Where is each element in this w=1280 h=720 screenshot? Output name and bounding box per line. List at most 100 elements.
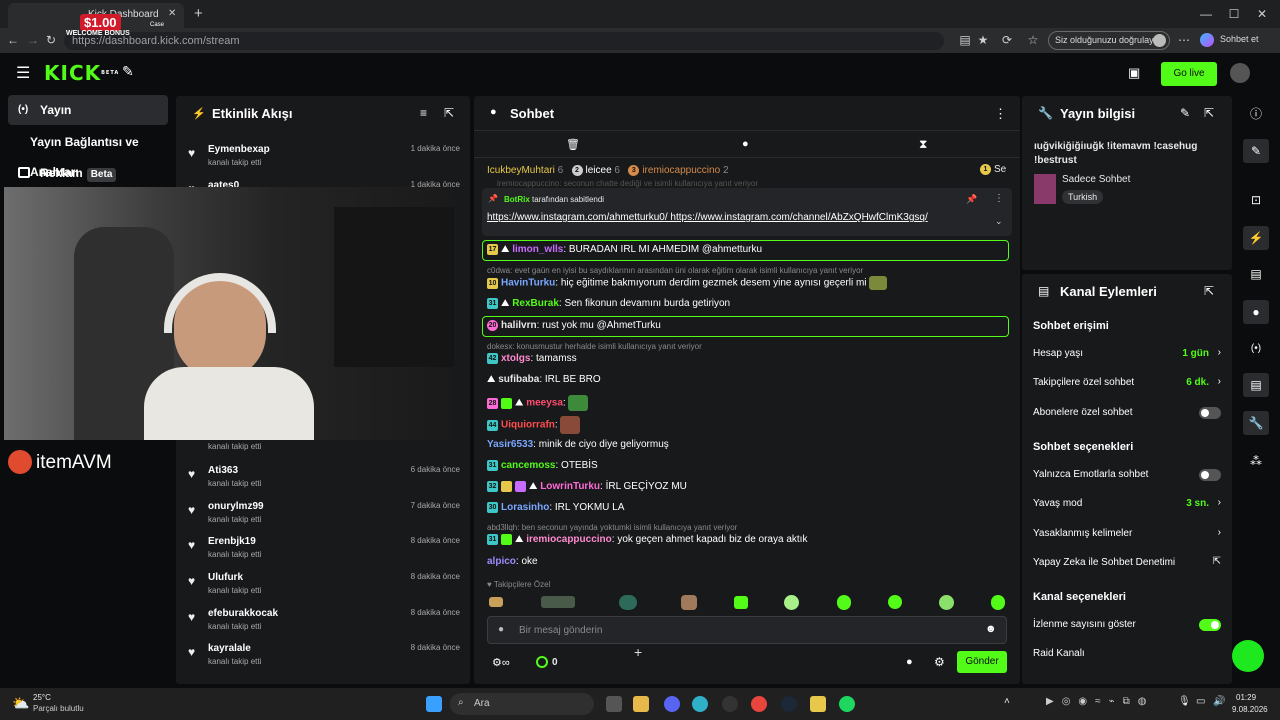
mic-icon[interactable]: 🎙 <box>1178 696 1191 707</box>
wrench-icon[interactable]: 🔧 <box>1243 411 1269 435</box>
sidebar-item-ads[interactable]: Reklam Beta <box>8 158 168 188</box>
channel-actions-icon[interactable]: ▤ <box>1243 373 1269 397</box>
activity-user[interactable]: Ulufurk <box>208 572 243 583</box>
network-icon[interactable]: ▭ <box>1196 696 1205 707</box>
popout-icon[interactable]: ⇱ <box>1204 106 1214 120</box>
category-name[interactable]: Sadece Sohbet <box>1062 174 1130 185</box>
account-age-row[interactable]: Hesap yaşı 1 gün › <box>1033 347 1221 362</box>
pinned-by-user[interactable]: BotRix <box>504 195 530 204</box>
activity-user[interactable]: Eymenbexap <box>208 144 270 155</box>
game-icon[interactable] <box>810 696 826 712</box>
ai-moderation-row[interactable]: Yapay Zeka ile Sohbet Denetimi ⇱ <box>1033 556 1221 571</box>
edge-icon[interactable] <box>692 696 708 712</box>
screenshot-icon[interactable]: ⊡ <box>1243 188 1269 212</box>
copilot-icon[interactable] <box>1200 33 1214 47</box>
filter-icon[interactable]: ≡ <box>420 106 427 120</box>
chat-icon[interactable]: ● <box>1243 300 1269 324</box>
chat-username[interactable]: LowrinTurku <box>540 481 600 492</box>
emote[interactable] <box>888 595 902 609</box>
emote-only-toggle[interactable] <box>1199 469 1221 481</box>
chat-username[interactable]: Yasir6533 <box>487 439 533 450</box>
weather-temp[interactable]: 25°C <box>33 693 51 702</box>
popout-icon[interactable]: ⇱ <box>1204 284 1214 298</box>
document-icon[interactable]: ▤ <box>1243 262 1269 286</box>
chat-username[interactable]: cancemoss <box>501 460 555 471</box>
more-menu-icon[interactable]: ⋯ <box>1177 33 1191 47</box>
minimize-button[interactable]: — <box>1196 6 1216 22</box>
close-window-button[interactable]: ✕ <box>1252 6 1272 22</box>
emoji-icon[interactable]: ☻ <box>985 623 997 635</box>
extensions-icon[interactable]: ⟳ <box>1000 33 1014 47</box>
emote[interactable] <box>619 595 637 610</box>
taskbar-search[interactable]: ⌕ Ara <box>450 693 594 715</box>
activity-user[interactable]: kayralale <box>208 643 251 654</box>
clock-date[interactable]: 9.08.2026 <box>1232 705 1268 714</box>
edit-pencil-icon[interactable]: ✎ <box>1180 106 1190 120</box>
emote[interactable] <box>837 595 851 610</box>
see-more-leaderboard[interactable]: 1 Se <box>980 164 1006 175</box>
top-user[interactable]: iremiocappuccino <box>642 165 720 176</box>
top-user[interactable]: leicee <box>586 165 612 176</box>
settings-gear-icon[interactable]: ⚙ <box>934 655 945 669</box>
sidebar-item-stream[interactable]: (•) Yayın <box>8 95 168 125</box>
activity-user[interactable]: Ati363 <box>208 465 238 476</box>
steam-icon[interactable] <box>781 696 797 712</box>
subs-chat-toggle[interactable] <box>1199 407 1221 419</box>
chat-username[interactable]: iremiocappuccino <box>526 534 612 545</box>
emote[interactable] <box>681 595 697 610</box>
banned-words-row[interactable]: Yasaklanmış kelimeler › <box>1033 527 1221 542</box>
broadcast-icon[interactable]: (•) <box>1243 337 1269 361</box>
pinned-menu-icon[interactable]: ⋮ <box>994 193 1004 204</box>
windows-start-icon[interactable] <box>426 696 442 712</box>
copilot-label[interactable]: Sohbet et <box>1220 34 1259 44</box>
hamburger-menu-icon[interactable]: ☰ <box>16 63 30 83</box>
raid-channel-row[interactable]: Raid Kanalı <box>1033 648 1221 662</box>
chat-bubble-icon[interactable]: ● <box>906 656 913 668</box>
activity-user[interactable]: onurylmz99 <box>208 501 264 512</box>
chat-username[interactable]: Uiquiorrafn <box>501 420 555 431</box>
task-view-icon[interactable] <box>606 696 622 712</box>
unpin-icon[interactable]: 📌 <box>966 194 977 205</box>
top-user[interactable]: IcukbeyMuhtari <box>487 165 555 176</box>
obs-icon[interactable] <box>722 696 738 712</box>
chat-username[interactable]: Lorasinho <box>501 502 549 513</box>
slow-mode-row[interactable]: Yavaş mod 3 sn. › <box>1033 497 1221 512</box>
emote[interactable] <box>991 595 1005 610</box>
chat-input[interactable]: ● Bir mesaj gönderin ☻ <box>487 616 1007 644</box>
user-avatar[interactable] <box>1230 63 1250 83</box>
address-bar[interactable]: https://dashboard.kick.com/stream <box>64 32 944 50</box>
chevron-down-icon[interactable]: ⌄ <box>995 216 1003 227</box>
reader-mode-icon[interactable]: ▤ <box>958 33 972 47</box>
trash-icon[interactable]: 🗑 <box>566 138 580 151</box>
emote[interactable] <box>541 596 575 608</box>
emote[interactable] <box>784 595 799 610</box>
chevron-up-icon[interactable]: ˄ <box>1004 696 1010 707</box>
chat-username[interactable]: xtolgs <box>501 353 530 364</box>
chat-username[interactable]: HavinTurku <box>501 278 555 289</box>
sidebar-item-stream-key[interactable]: Yayın Bağlantısı ve Anahtarı <box>8 127 168 179</box>
tools-icon[interactable]: ✎ <box>122 63 134 80</box>
emote[interactable] <box>939 595 954 610</box>
channel-points-icon[interactable]: ⚙∞ <box>492 656 510 669</box>
chat-username[interactable]: RexBurak <box>512 298 559 309</box>
chat-username[interactable]: alpico <box>487 556 516 567</box>
show-viewers-toggle[interactable] <box>1199 619 1221 631</box>
clock-time[interactable]: 01:29 <box>1236 693 1256 702</box>
chat-menu-icon[interactable]: ⋮ <box>994 106 1007 122</box>
activity-user[interactable]: efeburakkocak <box>208 608 278 619</box>
discord-icon[interactable] <box>664 696 680 712</box>
pinned-links[interactable]: https://www.instagram.com/ahmetturku0/ h… <box>487 212 928 223</box>
followers-chat-row[interactable]: Takipçilere özel sohbet 6 dk. › <box>1033 376 1221 391</box>
chat-username[interactable]: sufibaba <box>498 374 539 385</box>
weather-desc[interactable]: Parçalı bulutlu <box>33 704 84 713</box>
chrome-icon[interactable] <box>751 696 767 712</box>
go-live-button[interactable]: Go live <box>1161 62 1217 86</box>
chat-username[interactable]: halilvrn <box>501 320 537 331</box>
send-button[interactable]: Gönder <box>957 651 1007 673</box>
tray-icons[interactable]: ▶◎◉≈⌁⧉◍ <box>1046 696 1155 707</box>
info-icon[interactable]: ⓘ <box>1243 102 1269 126</box>
file-explorer-icon[interactable] <box>633 696 649 712</box>
favorites-icon[interactable]: ☆ <box>1026 33 1040 47</box>
verify-identity-button[interactable]: Siz olduğunuzu doğrulayın <box>1048 31 1170 50</box>
maximize-button[interactable]: ☐ <box>1224 6 1244 22</box>
